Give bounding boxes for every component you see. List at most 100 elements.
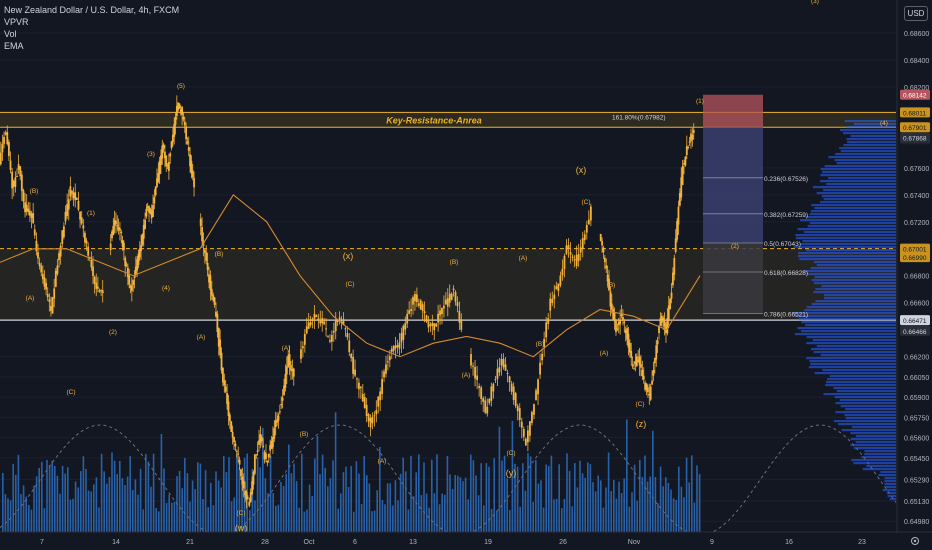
volume-bar [467,499,469,532]
chart-root: Key-Resistance-Anrea 0.236(0.67526) 0.382(… [0,0,932,550]
candle-body [656,340,659,345]
volume-bar [381,500,384,532]
candle-body [579,247,582,253]
candle-body [514,393,517,406]
candle-body [482,398,485,402]
candle-body [622,317,624,321]
candle-body [186,141,189,144]
gear-hub [913,539,917,543]
candle-body [446,298,449,307]
vpvr-row [866,465,896,468]
symbol-title[interactable]: New Zealand Dollar / U.S. Dollar, 4h, FX… [4,4,179,16]
candle-body [284,374,287,389]
volume-bar [85,468,87,532]
candle-body [50,305,52,311]
candle-body [358,382,360,390]
volume-bar [537,483,540,532]
candle-body [520,421,523,428]
wave-label: (1) [87,210,95,217]
candle-body [169,153,172,157]
volume-bar [316,435,319,532]
candle-body [321,318,324,324]
candle-body [388,356,391,361]
volume-bar [178,471,181,532]
vpvr-row [806,306,896,309]
candle-body [334,319,337,332]
volume-bar [54,466,56,532]
volume-bar [470,454,472,532]
candle-body [203,249,206,253]
vpvr-row [880,471,896,474]
candle-body [496,368,499,379]
candle-body [662,317,665,322]
indicator-vol[interactable]: Vol [4,28,179,40]
candle-body [67,199,70,210]
candle-body [555,286,558,290]
candle-body [688,141,691,143]
vpvr-row [829,375,896,378]
volume-bar [308,484,311,532]
volume-bar [64,473,66,532]
volume-bar [207,507,209,532]
wave-label: (C) [581,199,590,206]
candle-body [655,345,658,360]
volume-bar [371,511,373,532]
candle-body [20,174,23,191]
volume-bar [355,461,358,532]
wave-label: (A) [197,334,206,341]
candle-body [488,398,491,404]
candle-body [132,280,135,285]
volume-bar [472,460,475,532]
x-tick-label: 23 [858,539,866,546]
volume-bar [558,464,560,532]
volume-bar [30,509,33,532]
candle-body [315,315,318,318]
candle-body [140,244,143,251]
volume-bar [314,458,316,532]
candle-body [439,310,441,316]
volume-bar [275,505,277,532]
volume-bar [459,477,462,532]
candle-body [7,141,10,157]
candle-body [421,304,424,312]
fib-label: 0.5(0.67043) [764,241,801,248]
price-badge-label: 0.67868 [903,136,927,143]
candle-body [66,204,69,217]
wave-label: (A) [378,458,387,465]
volume-bar [665,477,667,532]
volume-bar [584,477,586,532]
volume-bar [392,505,394,532]
volume-bar [574,463,576,532]
candle-body [533,404,535,415]
volume-bar [158,511,160,532]
volume-bar [353,511,355,532]
candle-body [199,218,202,227]
candle-body [252,471,255,485]
candle-body [154,186,157,196]
volume-bar [15,474,17,532]
vpvr-row [855,441,896,444]
vpvr-row [813,291,896,294]
candle-body [56,265,59,274]
volume-bar [293,463,295,532]
volume-bar [350,465,352,532]
candle-body [415,294,418,302]
currency-button[interactable]: USD [904,6,928,21]
candle-body [48,299,51,302]
price-chart[interactable]: Key-Resistance-Anrea 0.236(0.67526) 0.382(… [0,0,932,550]
volume-bar [269,455,272,532]
volume-bar [332,460,334,532]
vpvr-row [850,444,896,447]
volume-bar [548,465,550,532]
indicator-ema[interactable]: EMA [4,40,179,52]
volume-bar [121,478,124,532]
y-tick-label: 0.65750 [904,415,929,422]
indicator-vpvr[interactable]: VPVR [4,16,179,28]
vpvr-row [826,378,896,381]
candle-body [32,213,35,224]
volume-bar [225,472,228,532]
candle-body [238,459,241,465]
volume-bar [288,444,290,532]
volume-bar [186,473,189,532]
vpvr-row [799,243,896,246]
